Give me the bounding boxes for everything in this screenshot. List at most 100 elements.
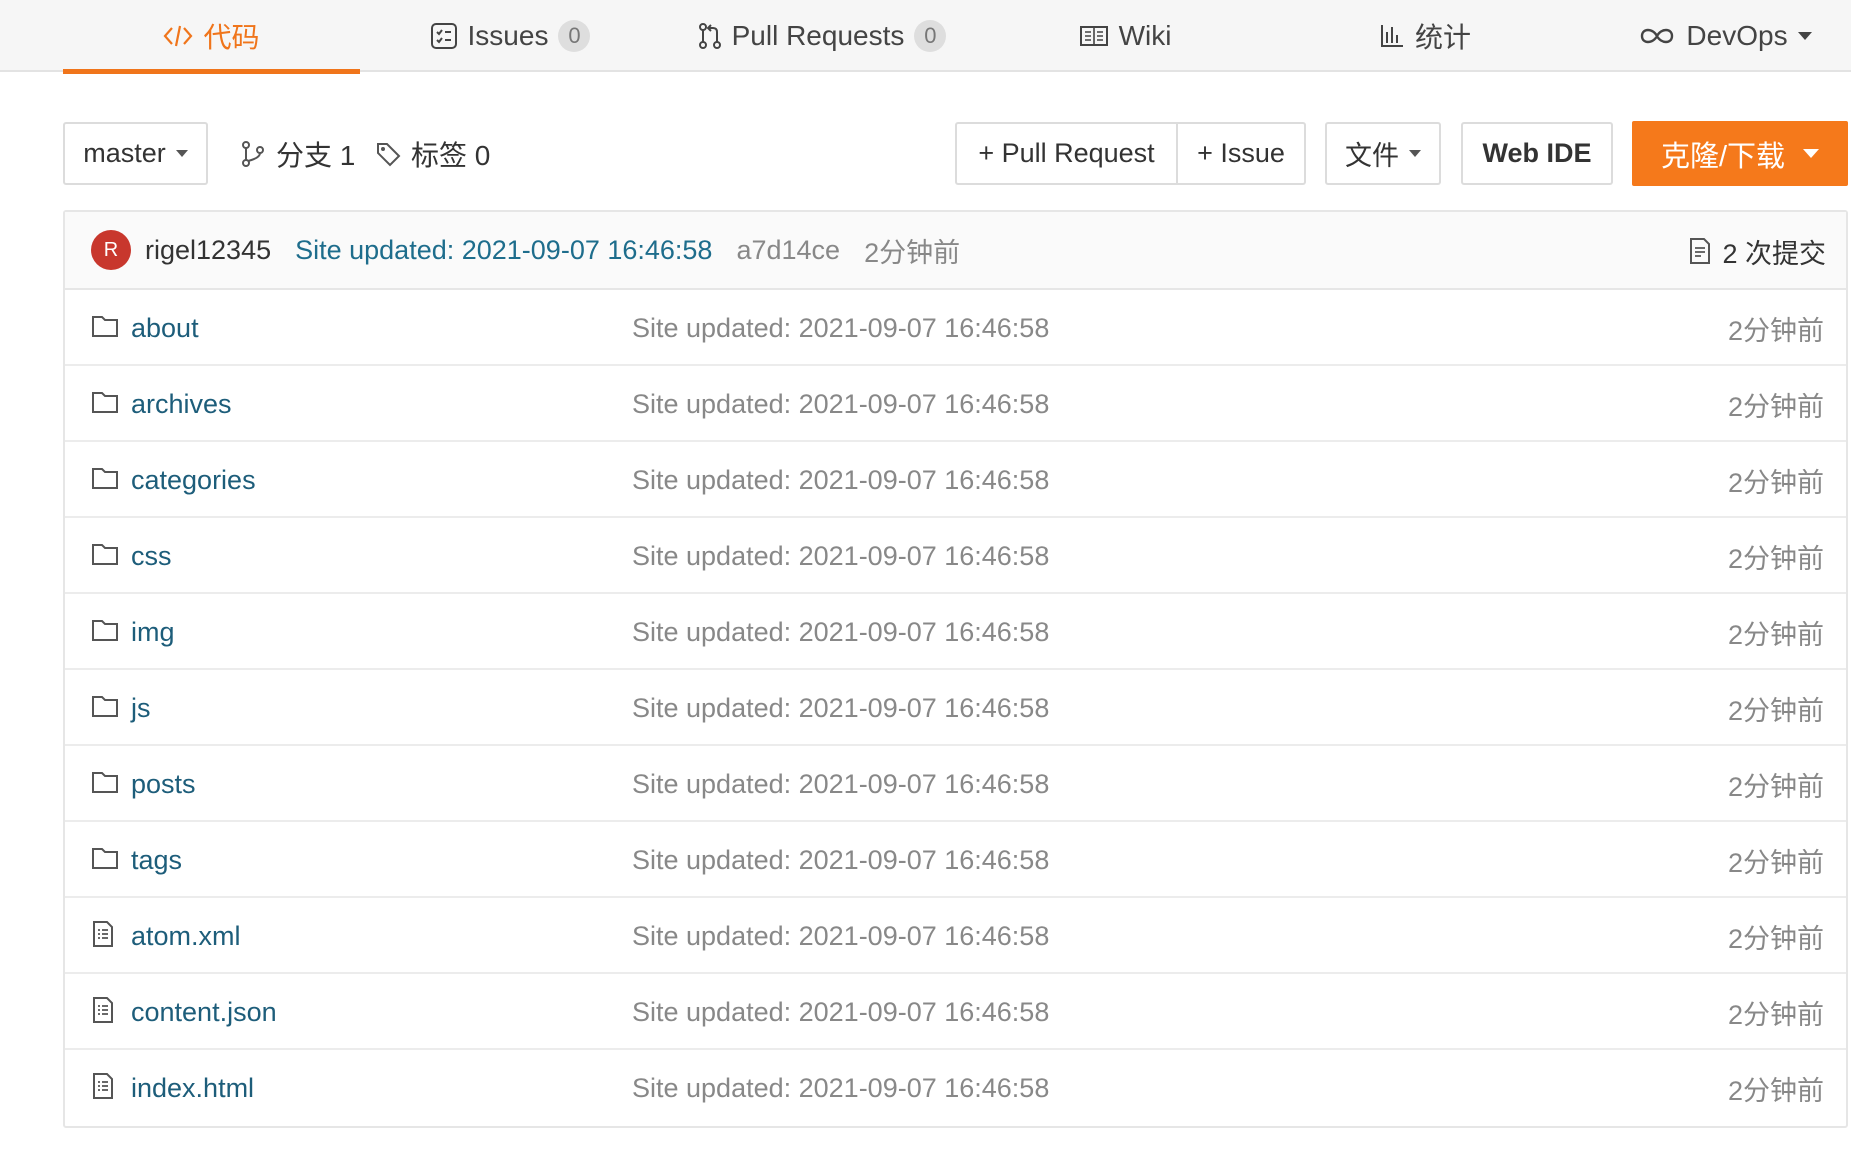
clone-download-label: 克隆/下载 xyxy=(1660,140,1786,173)
commit-time: 2分钟前 xyxy=(864,237,961,268)
pull-requests-count-badge: 0 xyxy=(914,20,947,52)
file-commit-message[interactable]: Site updated: 2021-09-07 16:46:58 xyxy=(632,746,1049,822)
branches-link[interactable]: 分支 1 xyxy=(240,122,355,185)
branch-icon xyxy=(242,140,264,167)
chevron-down-icon xyxy=(1803,149,1820,158)
file-name[interactable]: index.html xyxy=(131,1050,254,1126)
folder-icon xyxy=(91,618,119,649)
file-name[interactable]: tags xyxy=(131,822,182,898)
file-row[interactable]: content.json Site updated: 2021-09-07 16… xyxy=(65,974,1846,1050)
folder-icon xyxy=(91,466,119,497)
tags-link[interactable]: 标签 0 xyxy=(375,122,490,185)
pull-request-icon xyxy=(698,22,722,50)
file-commit-message[interactable]: Site updated: 2021-09-07 16:46:58 xyxy=(632,822,1049,898)
web-ide-button[interactable]: Web IDE xyxy=(1461,122,1613,185)
avatar[interactable]: R xyxy=(91,230,131,270)
file-commit-time: 2分钟前 xyxy=(1727,771,1824,802)
file-row[interactable]: about Site updated: 2021-09-07 16:46:58 … xyxy=(65,290,1846,366)
folder-icon xyxy=(91,314,119,345)
folder-icon xyxy=(91,770,119,801)
tab-pull-requests-label: Pull Requests xyxy=(731,20,905,51)
file-commit-time: 2分钟前 xyxy=(1727,923,1824,954)
new-pull-request-button[interactable]: + Pull Request xyxy=(955,122,1178,185)
file-commit-time: 2分钟前 xyxy=(1727,1075,1824,1106)
file-icon xyxy=(91,996,115,1031)
file-list: about Site updated: 2021-09-07 16:46:58 … xyxy=(65,290,1846,1126)
file-icon xyxy=(91,920,115,955)
issues-icon xyxy=(430,22,458,50)
file-row[interactable]: index.html Site updated: 2021-09-07 16:4… xyxy=(65,1050,1846,1126)
tab-stats-label: 统计 xyxy=(1414,22,1471,53)
file-name[interactable]: categories xyxy=(131,442,256,518)
file-commit-message[interactable]: Site updated: 2021-09-07 16:46:58 xyxy=(632,518,1049,594)
file-name[interactable]: archives xyxy=(131,366,232,442)
file-commit-time: 2分钟前 xyxy=(1727,695,1824,726)
file-row[interactable]: js Site updated: 2021-09-07 16:46:58 2分钟… xyxy=(65,670,1846,746)
tab-devops[interactable]: DevOps xyxy=(1630,0,1820,72)
folder-icon xyxy=(91,390,119,421)
file-commit-message[interactable]: Site updated: 2021-09-07 16:46:58 xyxy=(632,1050,1049,1126)
tags-count-label: 标签 0 xyxy=(411,139,491,171)
file-menu-label: 文件 xyxy=(1345,141,1399,171)
tab-wiki-label: Wiki xyxy=(1118,20,1172,51)
wiki-icon xyxy=(1079,24,1109,48)
tab-code-label: 代码 xyxy=(203,22,260,53)
file-commit-message[interactable]: Site updated: 2021-09-07 16:46:58 xyxy=(632,898,1049,974)
code-icon xyxy=(163,23,193,49)
new-issue-label: + Issue xyxy=(1197,138,1285,168)
file-name[interactable]: js xyxy=(131,670,151,746)
file-row[interactable]: archives Site updated: 2021-09-07 16:46:… xyxy=(65,366,1846,442)
file-name[interactable]: about xyxy=(131,290,199,366)
file-commit-message[interactable]: Site updated: 2021-09-07 16:46:58 xyxy=(632,366,1049,442)
file-row[interactable]: css Site updated: 2021-09-07 16:46:58 2分… xyxy=(65,518,1846,594)
tab-code[interactable]: 代码 xyxy=(63,0,360,74)
file-commit-time: 2分钟前 xyxy=(1727,315,1824,346)
file-menu-button[interactable]: 文件 xyxy=(1325,122,1441,185)
file-commit-message[interactable]: Site updated: 2021-09-07 16:46:58 xyxy=(632,442,1049,518)
branch-select[interactable]: master xyxy=(63,122,208,185)
file-row[interactable]: tags Site updated: 2021-09-07 16:46:58 2… xyxy=(65,822,1846,898)
issues-count-badge: 0 xyxy=(558,20,591,52)
file-name[interactable]: content.json xyxy=(131,974,277,1050)
file-commit-message[interactable]: Site updated: 2021-09-07 16:46:58 xyxy=(632,594,1049,670)
repo-tab-bar: 代码 Issues 0 Pull Requests 0 Wiki 统计 DevO… xyxy=(0,0,1851,74)
file-commit-time: 2分钟前 xyxy=(1727,847,1824,878)
tab-issues[interactable]: Issues 0 xyxy=(420,0,600,72)
new-pull-request-label: + Pull Request xyxy=(978,138,1155,168)
repository-file-browser: R rigel12345 Site updated: 2021-09-07 16… xyxy=(63,210,1848,1128)
file-row[interactable]: img Site updated: 2021-09-07 16:46:58 2分… xyxy=(65,594,1846,670)
new-issue-button[interactable]: + Issue xyxy=(1176,122,1306,185)
file-commit-message[interactable]: Site updated: 2021-09-07 16:46:58 xyxy=(632,670,1049,746)
tab-wiki[interactable]: Wiki xyxy=(1070,0,1180,72)
commit-author[interactable]: rigel12345 xyxy=(145,235,271,266)
tab-devops-label: DevOps xyxy=(1686,20,1788,51)
commit-count-link[interactable]: 2 次提交 xyxy=(1688,212,1826,290)
file-commit-time: 2分钟前 xyxy=(1727,999,1824,1030)
folder-icon xyxy=(91,846,119,877)
file-row[interactable]: categories Site updated: 2021-09-07 16:4… xyxy=(65,442,1846,518)
file-name[interactable]: css xyxy=(131,518,172,594)
file-commit-time: 2分钟前 xyxy=(1727,619,1824,650)
chevron-down-icon xyxy=(1409,150,1421,157)
infinity-icon xyxy=(1638,25,1676,47)
file-row[interactable]: posts Site updated: 2021-09-07 16:46:58 … xyxy=(65,746,1846,822)
commit-sha[interactable]: a7d14ce xyxy=(736,235,840,266)
branch-select-value: master xyxy=(83,138,166,168)
chevron-down-icon xyxy=(1797,32,1812,40)
chevron-down-icon xyxy=(175,150,188,157)
stats-icon xyxy=(1379,23,1405,49)
file-row[interactable]: atom.xml Site updated: 2021-09-07 16:46:… xyxy=(65,898,1846,974)
tab-stats[interactable]: 统计 xyxy=(1370,0,1480,72)
file-commit-message[interactable]: Site updated: 2021-09-07 16:46:58 xyxy=(632,974,1049,1050)
commit-message[interactable]: Site updated: 2021-09-07 16:46:58 xyxy=(295,235,712,266)
clone-download-button[interactable]: 克隆/下载 xyxy=(1632,121,1848,186)
tab-pull-requests[interactable]: Pull Requests 0 xyxy=(692,0,952,72)
file-commit-time: 2分钟前 xyxy=(1727,467,1824,498)
file-icon xyxy=(91,1072,115,1107)
web-ide-label: Web IDE xyxy=(1482,138,1592,168)
file-name[interactable]: img xyxy=(131,594,175,670)
folder-icon xyxy=(91,694,119,725)
file-commit-message[interactable]: Site updated: 2021-09-07 16:46:58 xyxy=(632,290,1049,366)
file-name[interactable]: atom.xml xyxy=(131,898,241,974)
file-name[interactable]: posts xyxy=(131,746,196,822)
